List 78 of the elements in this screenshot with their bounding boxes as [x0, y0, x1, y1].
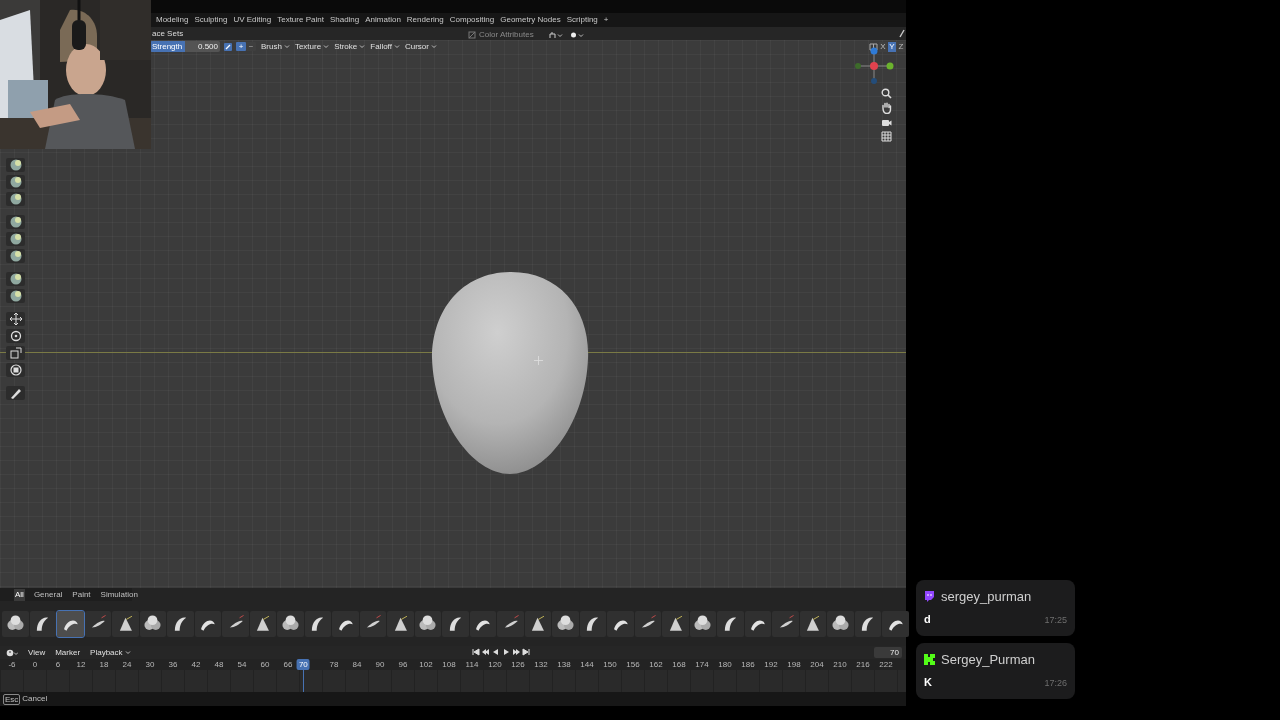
shelf-tab[interactable]: Paint	[71, 588, 92, 601]
axis-toggle[interactable]: Y	[888, 41, 896, 52]
frame-number: 156	[626, 660, 640, 669]
frame-number: 96	[398, 660, 408, 669]
frame-number: 144	[580, 660, 594, 669]
workspace-tab[interactable]: UV Editing	[233, 14, 272, 26]
chat-message: K	[924, 674, 932, 690]
frame-number: 36	[168, 660, 178, 669]
timeline-menu[interactable]: Marker	[55, 646, 81, 659]
chat-username: Sergey_Purman	[941, 651, 1035, 669]
timeline-menu[interactable]: Playback	[90, 646, 131, 659]
frame-number: -6	[8, 660, 16, 669]
workspace-tab[interactable]: +	[603, 14, 609, 26]
frame-number: 222	[879, 660, 893, 669]
strength-slider[interactable]: Strength 0.500	[150, 41, 220, 52]
frame-number: 180	[718, 660, 732, 669]
frame-number: 48	[214, 660, 224, 669]
frame-number: 174	[695, 660, 709, 669]
menu-dropdown[interactable]: Cursor	[404, 40, 437, 53]
frame-number: 54	[237, 660, 247, 669]
workspace-tab[interactable]: Geometry Nodes	[500, 14, 561, 26]
shelf-tab[interactable]: All	[14, 588, 25, 601]
frame-number: 30	[145, 660, 155, 669]
frame-number: 192	[764, 660, 778, 669]
workspace-tab[interactable]: Shading	[329, 14, 360, 26]
shelf-tab[interactable]: General	[32, 588, 64, 601]
chat-message: d	[924, 611, 931, 627]
workspace-tab[interactable]: Rendering	[406, 14, 444, 26]
frame-number: 204	[810, 660, 824, 669]
frame-number: 0	[32, 660, 38, 669]
frame-number: 216	[856, 660, 870, 669]
frame-number: 120	[488, 660, 502, 669]
direction-toggle[interactable]: −	[246, 42, 256, 51]
frame-number: 114	[465, 660, 479, 669]
workspace-tab[interactable]: Compositing	[449, 14, 495, 26]
menu-dropdown[interactable]: Stroke	[334, 40, 366, 53]
frame-number: 24	[122, 660, 132, 669]
shelf-tab[interactable]: Simulation	[99, 588, 139, 601]
chat-time: 17:25	[1044, 613, 1067, 627]
frame-number: 90	[375, 660, 385, 669]
frame-number: 168	[672, 660, 686, 669]
frame-number: 42	[191, 660, 201, 669]
frame-field[interactable]: 70	[874, 647, 902, 658]
workspace-tab[interactable]: Sculpting	[194, 14, 228, 26]
frame-number: 126	[511, 660, 525, 669]
workspace-tab[interactable]: Animation	[365, 14, 401, 26]
axis-toggle[interactable]: X	[879, 41, 887, 52]
chat-username: sergey_purman	[941, 588, 1032, 606]
chat-time: 17:26	[1044, 676, 1067, 690]
frame-number: 132	[534, 660, 548, 669]
mode-label: ace Sets	[152, 27, 184, 40]
menu-dropdown[interactable]: Texture	[294, 40, 330, 53]
frame-number: 138	[557, 660, 571, 669]
frame-number: 186	[741, 660, 755, 669]
frame-number: 78	[329, 660, 339, 669]
menu-dropdown[interactable]: Falloff	[370, 40, 400, 53]
frame-number: 66	[283, 660, 293, 669]
timeline-menu[interactable]: View	[28, 646, 46, 659]
frame-number: 84	[352, 660, 362, 669]
workspace-tab[interactable]: Modeling	[156, 14, 189, 26]
playhead-frame[interactable]: 70	[296, 659, 310, 670]
menu-dropdown[interactable]: Brush	[261, 40, 290, 53]
frame-number: 102	[419, 660, 433, 669]
frame-number: 60	[260, 660, 270, 669]
frame-number: 198	[787, 660, 801, 669]
frame-number: 12	[76, 660, 86, 669]
frame-number: 210	[833, 660, 847, 669]
workspace-tab[interactable]: Scripting	[566, 14, 598, 26]
status-text: Cancel	[22, 693, 48, 705]
frame-number: 108	[442, 660, 456, 669]
key-cap: Esc	[3, 693, 21, 705]
axis-toggle[interactable]: Z	[897, 41, 905, 52]
frame-number: 18	[99, 660, 109, 669]
direction-toggle[interactable]: +	[236, 42, 246, 51]
workspace-tab[interactable]: Texture Paint	[277, 14, 324, 26]
frame-number: 150	[603, 660, 617, 669]
frame-number: 162	[649, 660, 663, 669]
frame-number: 6	[55, 660, 61, 669]
